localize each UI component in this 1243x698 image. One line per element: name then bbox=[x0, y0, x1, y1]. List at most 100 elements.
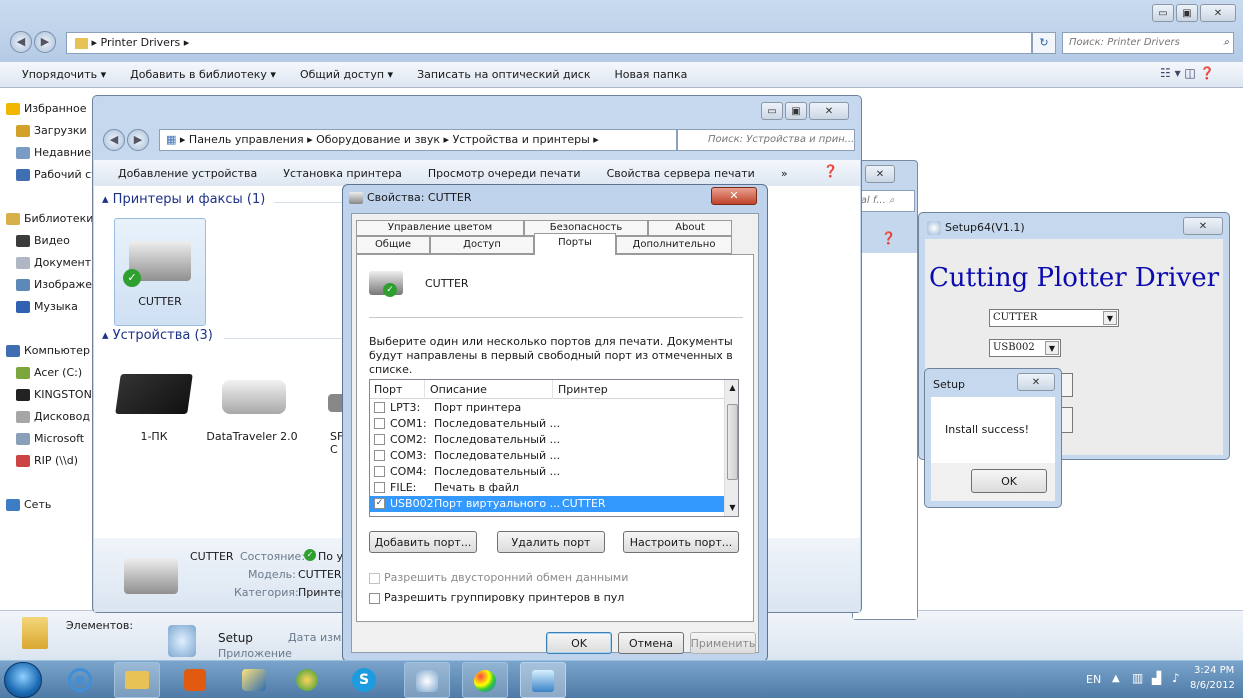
group-printers-header[interactable]: ▴ Принтеры и факсы (1) bbox=[102, 192, 265, 207]
burn-button[interactable]: Записать на оптический диск bbox=[417, 68, 590, 81]
delete-port-button[interactable]: Удалить порт bbox=[497, 531, 605, 553]
model-select[interactable]: CUTTER ▼ bbox=[989, 309, 1119, 327]
explorer-back-button[interactable]: ◀ bbox=[10, 31, 32, 53]
bg-window-search[interactable]: ial f... ⌕ bbox=[853, 190, 915, 212]
printer-tile-cutter[interactable]: ✓ CUTTER bbox=[114, 218, 206, 326]
view-options-icon[interactable]: ☷ ▾ ◫ ❓ bbox=[1160, 66, 1215, 80]
clock-date[interactable]: 8/6/2012 bbox=[1190, 680, 1235, 691]
tab-general[interactable]: Общие bbox=[356, 236, 430, 254]
add-printer-button[interactable]: Установка принтера bbox=[283, 167, 402, 180]
add-device-button[interactable]: Добавление устройства bbox=[118, 167, 257, 180]
sidebar-item[interactable]: Избранное bbox=[0, 98, 92, 120]
scroll-thumb[interactable] bbox=[727, 404, 738, 480]
apply-button[interactable]: Применить bbox=[690, 632, 756, 654]
media-player-icon[interactable] bbox=[184, 669, 206, 691]
explorer-breadcrumb[interactable]: Printer Drivers bbox=[101, 36, 181, 49]
port-checkbox[interactable] bbox=[374, 434, 385, 445]
device-laptop[interactable]: 1-ПК bbox=[114, 366, 194, 446]
port-checkbox[interactable]: ✓ bbox=[374, 498, 385, 509]
crumb-hardware-sound[interactable]: Оборудование и звук bbox=[316, 133, 440, 146]
sidebar-item[interactable]: Microsoft bbox=[0, 428, 92, 450]
port-select[interactable]: USB002 ▼ bbox=[989, 339, 1061, 357]
help-icon[interactable]: ❓ bbox=[881, 231, 896, 245]
cancel-button[interactable]: Отмена bbox=[618, 632, 684, 654]
port-row[interactable]: COM1: Последовательный ... bbox=[370, 416, 724, 432]
explorer-minimize-button[interactable]: ▭ bbox=[1152, 4, 1174, 22]
devices-minimize-button[interactable]: ▭ bbox=[761, 102, 783, 120]
sidebar-item[interactable]: Дисковод bbox=[0, 406, 92, 428]
explorer-close-button[interactable]: ✕ bbox=[1200, 4, 1236, 22]
server-properties-button[interactable]: Свойства сервера печати bbox=[607, 167, 755, 180]
tab-about[interactable]: About bbox=[648, 220, 732, 236]
help-icon[interactable]: ❓ bbox=[823, 164, 838, 178]
explorer-search-input[interactable]: Поиск: Printer Drivers ⌕ bbox=[1062, 32, 1234, 54]
explorer-forward-button[interactable]: ▶ bbox=[34, 31, 56, 53]
skype-icon[interactable]: S bbox=[352, 668, 376, 692]
port-row[interactable]: ✓ USB002 Порт виртуального ... CUTTER bbox=[370, 496, 724, 512]
ok-button[interactable]: OK bbox=[546, 632, 612, 654]
volume-tray-icon[interactable]: ♪ bbox=[1172, 671, 1180, 685]
tab-advanced[interactable]: Дополнительно bbox=[616, 236, 732, 254]
port-checkbox[interactable] bbox=[374, 450, 385, 461]
devices-search-box[interactable]: Поиск: Устройства и прин... bbox=[677, 129, 855, 151]
configure-port-button[interactable]: Настроить порт... bbox=[623, 531, 739, 553]
start-button[interactable] bbox=[4, 662, 42, 698]
language-indicator[interactable]: EN bbox=[1086, 673, 1101, 686]
sidebar-item[interactable]: Загрузки bbox=[0, 120, 92, 142]
control-panel-taskbar-icon[interactable] bbox=[520, 662, 566, 698]
devices-close-button[interactable]: ✕ bbox=[809, 102, 849, 120]
tab-color-management[interactable]: Управление цветом bbox=[356, 220, 524, 236]
tray-expand-icon[interactable]: ▲ bbox=[1112, 673, 1120, 684]
add-to-library-button[interactable]: Добавить в библиотеку ▾ bbox=[130, 68, 276, 81]
port-checkbox[interactable] bbox=[374, 482, 385, 493]
network-tray-icon[interactable]: ▥ bbox=[1132, 671, 1143, 685]
clock-time[interactable]: 3:24 PM bbox=[1194, 665, 1234, 676]
explorer-maximize-button[interactable]: ▣ bbox=[1176, 4, 1198, 22]
pooling-checkbox[interactable]: Разрешить группировку принтеров в пул bbox=[369, 591, 624, 604]
sidebar-item[interactable]: Рабочий стол bbox=[0, 164, 92, 186]
network-app-icon[interactable] bbox=[296, 669, 318, 691]
crumb-control-panel[interactable]: Панель управления bbox=[189, 133, 304, 146]
group-devices-header[interactable]: ▴ Устройства (3) bbox=[102, 328, 213, 343]
sidebar-item[interactable]: Сеть bbox=[0, 494, 92, 516]
port-checkbox[interactable] bbox=[374, 418, 385, 429]
new-folder-button[interactable]: Новая папка bbox=[614, 68, 687, 81]
ie-icon[interactable]: e bbox=[68, 668, 92, 692]
device-usb-drive[interactable]: DataTraveler 2.0 bbox=[202, 366, 302, 446]
dialog-close-button[interactable]: ✕ bbox=[711, 187, 757, 205]
sidebar-item[interactable]: Acer (C:) bbox=[0, 362, 92, 384]
explorer-taskbar-icon[interactable] bbox=[114, 662, 160, 698]
sidebar-item[interactable]: Библиотеки bbox=[0, 208, 92, 230]
sidebar-item[interactable]: Изображения bbox=[0, 274, 92, 296]
signal-tray-icon[interactable]: ▟ bbox=[1152, 671, 1161, 685]
bg-window-close-button[interactable]: ✕ bbox=[865, 165, 895, 183]
share-button[interactable]: Общий доступ ▾ bbox=[300, 68, 393, 81]
bidirectional-checkbox[interactable]: Разрешить двусторонний обмен данными bbox=[369, 571, 628, 584]
add-port-button[interactable]: Добавить порт... bbox=[369, 531, 477, 553]
sidebar-item[interactable]: Видео bbox=[0, 230, 92, 252]
paint-tool-icon[interactable] bbox=[242, 669, 266, 691]
print-queue-button[interactable]: Просмотр очереди печати bbox=[428, 167, 581, 180]
port-row[interactable]: COM3: Последовательный ... bbox=[370, 448, 724, 464]
crumb-devices-printers[interactable]: Устройства и принтеры bbox=[453, 133, 590, 146]
scroll-down-arrow[interactable]: ▼ bbox=[725, 500, 738, 515]
explorer-refresh-button[interactable]: ↻ bbox=[1032, 32, 1056, 54]
explorer-address-bar[interactable]: ▸ Printer Drivers ▸ bbox=[66, 32, 1032, 54]
sidebar-item[interactable]: Недавние места bbox=[0, 142, 92, 164]
scroll-up-arrow[interactable]: ▲ bbox=[725, 380, 738, 395]
setup-ok-button[interactable]: OK bbox=[971, 469, 1047, 493]
devices-address-bar[interactable]: ▦ ▸ Панель управления ▸ Оборудование и з… bbox=[159, 129, 677, 151]
port-row[interactable]: LPT3: Порт принтера bbox=[370, 400, 724, 416]
setup64-button-edge[interactable] bbox=[1061, 373, 1073, 397]
more-toolbar-button[interactable]: » bbox=[781, 167, 788, 180]
port-checkbox[interactable] bbox=[374, 402, 385, 413]
sidebar-item[interactable]: RIP (\\d) bbox=[0, 450, 92, 472]
column-description[interactable]: Описание bbox=[430, 383, 487, 396]
port-row[interactable]: COM2: Последовательный ... bbox=[370, 432, 724, 448]
port-row[interactable]: FILE: Печать в файл bbox=[370, 480, 724, 496]
setup-taskbar-icon[interactable] bbox=[404, 662, 450, 698]
organize-button[interactable]: Упорядочить ▾ bbox=[22, 68, 106, 81]
devices-forward-button[interactable]: ▶ bbox=[127, 129, 149, 151]
sidebar-item[interactable]: KINGSTON bbox=[0, 384, 92, 406]
ports-list[interactable]: Порт Описание Принтер LPT3: Порт принтера… bbox=[369, 379, 739, 517]
